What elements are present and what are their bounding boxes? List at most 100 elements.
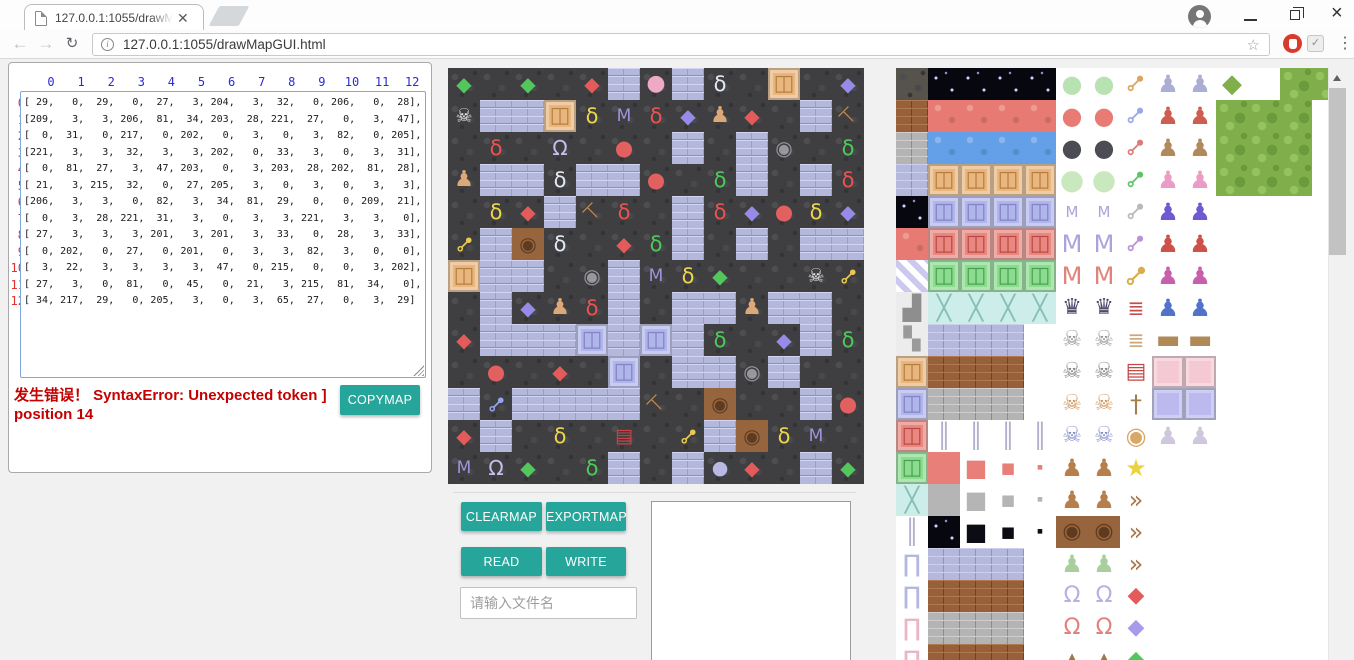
tileset-tile[interactable]: ║ — [992, 420, 1024, 452]
tileset-tile[interactable] — [928, 644, 960, 660]
map-tile[interactable] — [640, 356, 672, 388]
tileset-tile[interactable]: ♟ — [1152, 164, 1184, 196]
new-tab-button[interactable] — [209, 6, 250, 26]
map-tile[interactable] — [640, 132, 672, 164]
map-tile[interactable]: ◫ — [640, 324, 672, 356]
tileset-tile[interactable]: ▟ — [896, 292, 928, 324]
tileset-tile[interactable] — [1024, 100, 1056, 132]
tileset-tile[interactable] — [1152, 580, 1184, 612]
tileset-tile[interactable] — [1280, 132, 1312, 164]
map-tile[interactable] — [608, 292, 640, 324]
tileset-tile[interactable] — [896, 228, 928, 260]
map-tile[interactable] — [704, 228, 736, 260]
write-button[interactable]: WRITE — [546, 547, 626, 576]
map-tile[interactable] — [768, 356, 800, 388]
tileset-tile[interactable] — [1184, 484, 1216, 516]
map-tile[interactable]: ● — [640, 164, 672, 196]
tileset-tile[interactable]: ◫ — [896, 356, 928, 388]
map-tile[interactable] — [800, 324, 832, 356]
forward-button[interactable]: → — [34, 30, 58, 58]
tileset-tile[interactable] — [928, 516, 960, 548]
tileset-tile[interactable]: ▬ — [1152, 324, 1184, 356]
tileset-tile[interactable] — [960, 356, 992, 388]
map-tile[interactable]: ◆ — [608, 228, 640, 260]
tileset-tile[interactable] — [1184, 644, 1216, 660]
map-tile[interactable] — [480, 420, 512, 452]
tileset-tile[interactable] — [1216, 580, 1248, 612]
tileset-tile[interactable]: ▤ — [1120, 356, 1152, 388]
tileset-tile[interactable]: ● — [1088, 164, 1120, 196]
map-tile[interactable]: δ — [576, 452, 608, 484]
tileset-tile[interactable]: ⊶ — [1120, 260, 1152, 292]
map-tile[interactable] — [768, 100, 800, 132]
tileset-tile[interactable] — [1216, 388, 1248, 420]
tileset-tile[interactable]: ╳ — [928, 292, 960, 324]
map-tile[interactable]: ◆ — [544, 356, 576, 388]
tileset-tile[interactable]: ♟ — [1088, 548, 1120, 580]
tileset-tile[interactable] — [1024, 388, 1056, 420]
tileset-scrollbar[interactable] — [1328, 68, 1345, 660]
tileset-tile[interactable] — [1024, 68, 1056, 100]
map-tile[interactable]: δ — [704, 196, 736, 228]
map-tile[interactable]: ◉ — [736, 420, 768, 452]
tileset-tile[interactable]: ♟ — [1184, 68, 1216, 100]
page-info-icon[interactable]: i — [101, 38, 114, 51]
map-tile[interactable] — [704, 292, 736, 324]
tileset-tile[interactable]: ◫ — [960, 164, 992, 196]
map-tile[interactable] — [448, 196, 480, 228]
map-tile[interactable]: ⊤ — [832, 100, 864, 132]
map-tile[interactable] — [672, 324, 704, 356]
map-tile[interactable] — [672, 132, 704, 164]
map-tile[interactable]: M — [448, 452, 480, 484]
tileset-tile[interactable] — [992, 68, 1024, 100]
map-tile[interactable]: ◆ — [736, 452, 768, 484]
tileset-tile[interactable]: M — [1056, 196, 1088, 228]
tileset-tile[interactable] — [960, 132, 992, 164]
tileset-tile[interactable] — [1280, 548, 1312, 580]
tileset-tile[interactable] — [928, 484, 960, 516]
map-tile[interactable] — [800, 164, 832, 196]
tileset-tile[interactable] — [1280, 644, 1312, 660]
map-tile[interactable] — [608, 452, 640, 484]
map-tile[interactable] — [768, 164, 800, 196]
map-tile[interactable] — [608, 260, 640, 292]
map-tile[interactable]: ☠ — [448, 100, 480, 132]
tileset-tile[interactable] — [1184, 356, 1216, 388]
tileset-tile[interactable]: ♟ — [1184, 260, 1216, 292]
tileset-tile[interactable]: M — [1088, 228, 1120, 260]
tileset-tile[interactable] — [1248, 644, 1280, 660]
tileset-tile[interactable]: ♟ — [1184, 100, 1216, 132]
map-tile[interactable]: δ — [544, 420, 576, 452]
tileset-tile[interactable]: ║ — [928, 420, 960, 452]
filename-input[interactable] — [460, 587, 637, 619]
adblock-extension-icon[interactable] — [1283, 34, 1302, 53]
map-tile[interactable] — [672, 452, 704, 484]
tileset-tile[interactable] — [1280, 516, 1312, 548]
map-tile[interactable] — [672, 68, 704, 100]
tileset-tile[interactable]: ◫ — [1024, 164, 1056, 196]
map-tile[interactable]: ☠ — [800, 260, 832, 292]
tileset-tile[interactable] — [1184, 612, 1216, 644]
tileset-tile[interactable] — [1184, 516, 1216, 548]
tileset-tile[interactable]: ◫ — [1024, 260, 1056, 292]
map-tile[interactable] — [736, 260, 768, 292]
tileset-tile[interactable] — [1248, 388, 1280, 420]
map-tile[interactable]: ◆ — [576, 68, 608, 100]
tileset-tile[interactable] — [1248, 484, 1280, 516]
map-tile[interactable] — [512, 388, 544, 420]
tileset-tile[interactable] — [960, 612, 992, 644]
tileset-tile[interactable]: ♟ — [1152, 68, 1184, 100]
map-tile[interactable]: ♟ — [544, 292, 576, 324]
tileset-tile[interactable]: ◫ — [896, 388, 928, 420]
map-tile[interactable]: δ — [480, 196, 512, 228]
map-tile[interactable]: ◆ — [768, 324, 800, 356]
tileset-tile[interactable] — [1280, 324, 1312, 356]
map-tile[interactable]: δ — [640, 228, 672, 260]
tileset-tile[interactable]: ◫ — [992, 196, 1024, 228]
map-tile[interactable]: ◫ — [576, 324, 608, 356]
tileset-tile[interactable]: ◫ — [896, 420, 928, 452]
tileset-tile[interactable] — [1248, 548, 1280, 580]
tileset-tile[interactable]: ♟ — [1152, 228, 1184, 260]
map-tile[interactable] — [736, 132, 768, 164]
tileset-tile[interactable] — [1216, 260, 1248, 292]
